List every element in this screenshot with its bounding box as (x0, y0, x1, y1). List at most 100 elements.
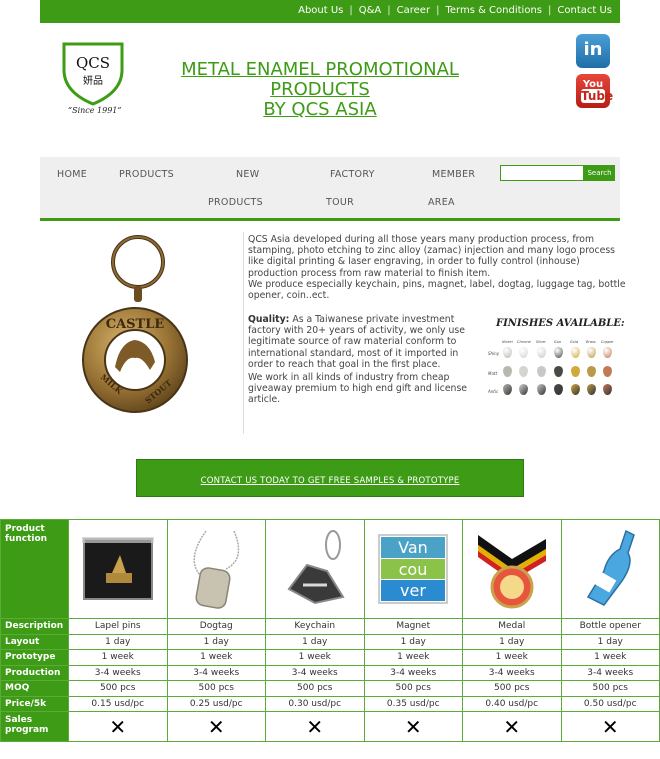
page-headline[interactable]: METAL ENAMEL PROMOTIONAL PRODUCTS BY QCS… (170, 60, 470, 120)
nav-products[interactable]: PRODUCTS (119, 169, 174, 180)
table-cell: 500 pcs (265, 680, 365, 697)
logo-name: QCS (76, 54, 110, 72)
row-header-prototype: Prototype (0, 649, 69, 666)
finish-swatch (503, 366, 512, 377)
table-cell: 3-4 weeks (363, 664, 463, 681)
dogtag-image-cell (166, 519, 266, 619)
table-cell: ✕ (363, 711, 463, 742)
table-cell: 500 pcs (363, 680, 463, 697)
table-cell: 1 week (462, 649, 562, 666)
nav-member-area-line2[interactable]: AREA (428, 197, 455, 208)
finish-swatch (587, 347, 596, 358)
finish-swatch (571, 347, 580, 358)
table-cell: 0.15 usd/pc (68, 695, 168, 712)
finish-swatch (603, 384, 612, 395)
table-row: Description Lapel pins Dogtag Keychain M… (0, 618, 660, 635)
cross-icon: ✕ (404, 714, 422, 739)
finish-col-label: Silver (536, 340, 546, 344)
top-bar: About Us | Q&A | Career | Terms & Conditions | C… (40, 0, 620, 23)
search-button[interactable]: Search (584, 165, 615, 181)
finish-swatch (587, 366, 596, 377)
row-header-product-function: Product function (0, 519, 69, 619)
finish-swatch (554, 384, 563, 395)
table-cell: Keychain (265, 618, 365, 635)
keychain-castle-text: CASTLE (106, 317, 165, 332)
finish-col-label: Copper (601, 340, 614, 344)
nav-new-products-line1[interactable]: NEW (236, 169, 259, 180)
nav-member-area-line1[interactable]: MEMBER (432, 169, 475, 180)
cross-icon: ✕ (503, 714, 521, 739)
table-cell: 1 day (166, 633, 266, 650)
table-cell: 0.40 usd/pc (462, 695, 562, 712)
qa-link[interactable]: Q&A (359, 5, 382, 16)
product-table: Product function Van cou ver Description… (0, 519, 660, 742)
logo-shield-icon: QCS 妍品 (62, 42, 124, 106)
table-cell: 1 day (363, 633, 463, 650)
table-row: Sales program ✕ ✕ ✕ ✕ ✕ ✕ (0, 711, 660, 742)
table-cell: 1 week (560, 649, 660, 666)
nav-new-products-line2[interactable]: PRODUCTS (208, 197, 263, 208)
table-cell: Lapel pins (68, 618, 168, 635)
table-row: Price/5k 0.15 usd/pc 0.25 usd/pc 0.30 us… (0, 695, 660, 712)
magnet-image-cell: Van cou ver (363, 519, 463, 619)
about-us-link[interactable]: About Us (298, 5, 343, 16)
finish-swatch (537, 384, 546, 395)
table-row: MOQ 500 pcs 500 pcs 500 pcs 500 pcs 500 … (0, 680, 660, 697)
table-cell: 1 week (363, 649, 463, 666)
finish-row-label: Shiny (488, 351, 500, 356)
headline-line-1: METAL ENAMEL PROMOTIONAL (181, 59, 459, 80)
intro-text: QCS Asia developed during all those year… (248, 234, 628, 301)
link-separator: | (349, 5, 353, 16)
table-cell: 0.50 usd/pc (560, 695, 660, 712)
table-cell: 3-4 weeks (462, 664, 562, 681)
table-cell: Medal (462, 618, 562, 635)
terms-link[interactable]: Terms & Conditions (445, 5, 542, 16)
finish-swatch (603, 347, 612, 358)
table-cell: 1 week (68, 649, 168, 666)
table-row: Prototype 1 week 1 week 1 week 1 week 1 … (0, 649, 660, 666)
finish-col-label: Nickel (502, 340, 513, 344)
contact-us-link[interactable]: Contact Us (557, 5, 612, 16)
bottle-opener-image (587, 529, 636, 606)
quality-text: Quality: As a Taiwanese private investme… (248, 314, 486, 370)
finish-swatch (571, 366, 580, 377)
cross-icon: ✕ (109, 714, 127, 739)
table-cell: ✕ (462, 711, 562, 742)
cross-icon: ✕ (207, 714, 225, 739)
career-link[interactable]: Career (397, 5, 430, 16)
top-links: About Us | Q&A | Career | Terms & Conditions | C… (298, 5, 612, 16)
row-header-layout: Layout (0, 633, 69, 650)
table-cell: 1 day (265, 633, 365, 650)
nav-factory-tour-line2[interactable]: TOUR (326, 197, 354, 208)
magnet-image: Van cou ver (378, 534, 448, 604)
finish-row-label: Antic (488, 389, 499, 394)
linkedin-button[interactable]: in (576, 34, 610, 68)
content-divider (243, 232, 244, 434)
youtube-button[interactable]: You Tube (576, 74, 613, 108)
nav-home[interactable]: HOME (57, 169, 87, 180)
headline-line-3: BY QCS ASIA (263, 99, 377, 120)
row-header-description: Description (0, 618, 69, 635)
table-cell: 3-4 weeks (265, 664, 365, 681)
cross-icon: ✕ (601, 714, 619, 739)
table-cell: Dogtag (166, 618, 266, 635)
headline-line-2: PRODUCTS (270, 79, 370, 100)
bottle-opener-image-cell (560, 519, 660, 619)
lapel-pin-image-cell (68, 519, 168, 619)
table-row: Production 3-4 weeks 3-4 weeks 3-4 weeks… (0, 664, 660, 681)
medal-image (477, 535, 546, 609)
nav-factory-tour-line1[interactable]: FACTORY (330, 169, 375, 180)
finish-swatch (571, 384, 580, 395)
contact-cta-button[interactable]: CONTACT US TODAY TO GET FREE SAMPLES & P… (136, 459, 524, 497)
finish-col-label: Gun (554, 340, 562, 344)
qcs-logo[interactable]: QCS 妍品 “Since 1991” (60, 40, 126, 120)
finish-row-label: Matt (488, 371, 498, 376)
finish-swatch (519, 384, 528, 395)
link-separator: | (436, 5, 440, 16)
search-input[interactable] (500, 165, 584, 181)
intro-paragraph-2: We produce especially keychain, pins, ma… (248, 278, 626, 302)
quality-label: Quality: (248, 314, 290, 325)
intro-paragraph-1: QCS Asia developed during all those year… (248, 234, 616, 279)
table-cell: 500 pcs (462, 680, 562, 697)
finish-col-label: Brass (586, 340, 596, 344)
